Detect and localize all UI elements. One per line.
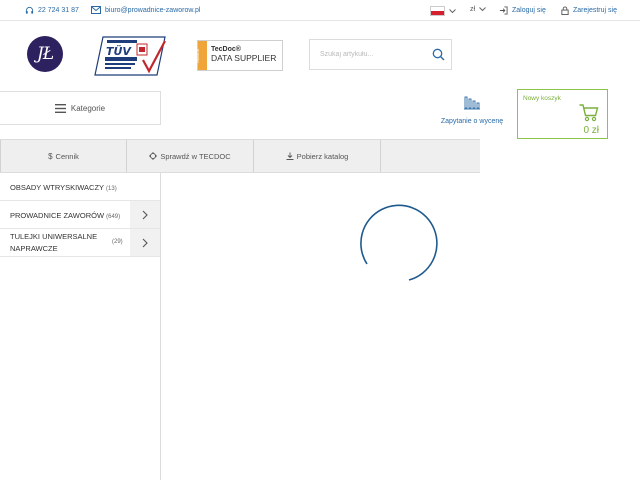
search-box bbox=[309, 39, 452, 70]
action-tabs: $ Cennik Sprawdź w TECDOC Pobierz katalo… bbox=[0, 139, 480, 173]
download-icon bbox=[286, 152, 294, 160]
tab-check-tecdoc[interactable]: Sprawdź w TECDOC bbox=[127, 140, 254, 172]
envelope-icon bbox=[91, 6, 101, 14]
dollar-icon: $ bbox=[48, 151, 53, 161]
tab-empty-slot bbox=[381, 140, 480, 172]
chevron-down-icon bbox=[449, 8, 456, 13]
tecdoc-data-supplier-logo: PREMIUM TecDoc® DATA SUPPLIER bbox=[196, 40, 283, 71]
chevron-right-icon bbox=[142, 238, 148, 247]
register-link[interactable]: Zarejestruj się bbox=[561, 6, 617, 15]
category-name: OBSADY WTRYSKIWACZY bbox=[10, 183, 104, 192]
phone-contact[interactable]: 22 724 31 87 bbox=[25, 6, 79, 15]
categories-toggle[interactable]: Kategorie bbox=[0, 91, 161, 125]
tab-download-catalog[interactable]: Pobierz katalog bbox=[254, 140, 381, 172]
chevron-right-icon bbox=[142, 210, 148, 219]
tab-label: Pobierz katalog bbox=[296, 151, 349, 161]
poland-flag-icon bbox=[430, 6, 445, 16]
premium-badge: PREMIUM bbox=[196, 41, 207, 70]
search-icon[interactable] bbox=[432, 48, 445, 61]
category-item-injector-holders[interactable]: OBSADY WTRYSKIWACZY (13) bbox=[0, 173, 160, 201]
category-item-universal-bushings[interactable]: TULEJKI UNIWERSALNE NAPRAWCZE (29) bbox=[0, 229, 160, 257]
tuv-certificate-logo: TÜV bbox=[94, 36, 166, 76]
search-input[interactable] bbox=[310, 40, 428, 69]
data-supplier-label: DATA SUPPLIER bbox=[211, 53, 277, 63]
login-link[interactable]: Zaloguj się bbox=[499, 6, 546, 15]
hamburger-icon bbox=[54, 103, 66, 113]
language-selector[interactable] bbox=[430, 6, 456, 16]
top-bar: 22 724 31 87 biuro@prowadnice-zaworow.pl… bbox=[0, 0, 640, 21]
tecdoc-brand: TecDoc® bbox=[211, 46, 241, 53]
category-item-valve-guides[interactable]: PROWADNICE ZAWORÓW (649) bbox=[0, 201, 160, 229]
currency-value: zł bbox=[470, 6, 476, 13]
category-count: (29) bbox=[112, 239, 123, 245]
tab-label: Cennik bbox=[55, 151, 79, 161]
svg-text:TÜV: TÜV bbox=[106, 44, 132, 58]
currency-selector[interactable]: zł bbox=[470, 6, 486, 13]
shopping-cart-icon bbox=[579, 104, 599, 122]
chevron-down-icon bbox=[479, 7, 486, 12]
headset-icon bbox=[25, 6, 34, 14]
category-sidebar: OBSADY WTRYSKIWACZY (13) PROWADNICE ZAWO… bbox=[0, 173, 161, 480]
expand-category-button[interactable] bbox=[130, 229, 160, 256]
sign-in-icon bbox=[499, 6, 508, 15]
inquiry-label: Zapytanie o wycenę bbox=[440, 118, 504, 125]
phone-number: 22 724 31 87 bbox=[38, 7, 79, 14]
register-label: Zarejestruj się bbox=[573, 7, 617, 14]
cart-label: Nowy koszyk bbox=[523, 95, 561, 102]
lock-icon bbox=[561, 6, 569, 15]
login-label: Zaloguj się bbox=[512, 7, 546, 14]
tab-price-list[interactable]: $ Cennik bbox=[0, 140, 127, 172]
cart-value: 0 zł bbox=[583, 125, 599, 136]
categories-label: Kategorie bbox=[70, 103, 106, 113]
price-inquiry-link[interactable]: Zapytanie o wycenę bbox=[437, 96, 507, 125]
company-logo[interactable]: JŁ bbox=[27, 36, 63, 72]
expand-category-button[interactable] bbox=[130, 201, 160, 228]
email-address: biuro@prowadnice-zaworow.pl bbox=[105, 6, 201, 14]
loading-spinner-icon bbox=[360, 204, 438, 281]
category-name: PROWADNICE ZAWORÓW bbox=[10, 211, 105, 220]
crosshair-icon bbox=[149, 152, 158, 160]
category-count: (649) bbox=[106, 214, 121, 220]
tab-label: Sprawdź w TECDOC bbox=[160, 151, 231, 161]
category-count: (13) bbox=[106, 186, 117, 192]
logo-monogram: JŁ bbox=[36, 44, 54, 64]
email-contact[interactable]: biuro@prowadnice-zaworow.pl bbox=[91, 6, 200, 14]
inquiry-chart-icon bbox=[464, 96, 480, 110]
category-name: TULEJKI UNIWERSALNE NAPRAWCZE bbox=[10, 232, 98, 253]
cart-box[interactable]: Nowy koszyk 0 zł bbox=[517, 89, 608, 139]
